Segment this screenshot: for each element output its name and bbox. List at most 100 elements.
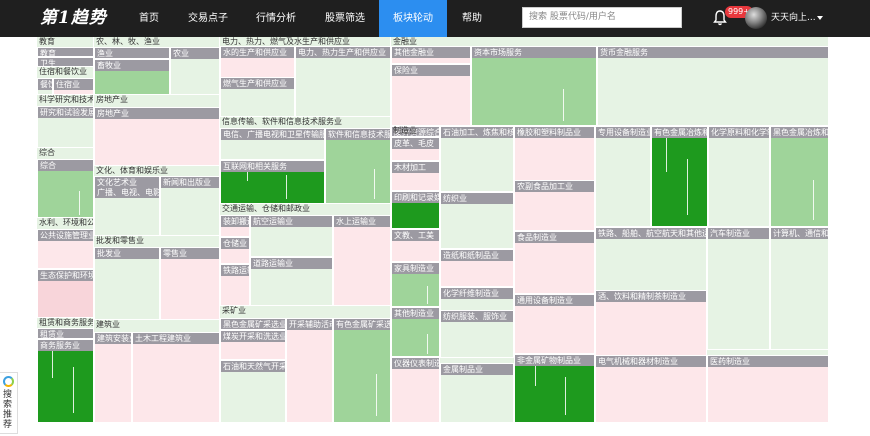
nav-stock-screener[interactable]: 股票筛选 <box>314 0 376 37</box>
industry-label: 餐饮业 <box>38 79 52 90</box>
industry-cell[interactable]: 餐饮业 <box>37 78 53 94</box>
industry-cell[interactable]: 纺织业 <box>440 192 514 249</box>
industry-cell[interactable]: 石油和天然气开采业 <box>220 360 286 422</box>
avatar[interactable] <box>745 7 767 29</box>
industry-cell[interactable]: 畜牧业 <box>94 59 170 94</box>
industry-cell[interactable]: 有色金属矿采选业 <box>333 318 390 422</box>
industry-cell[interactable]: 造纸和纸制品业 <box>440 249 514 287</box>
industry-cell[interactable]: 土木工程建筑业 <box>132 332 219 422</box>
industry-cell[interactable]: 燃气生产和供应业 <box>220 77 295 116</box>
industry-cell[interactable]: 计算机、通信和其他电子设备制造业 <box>770 227 828 350</box>
nav-market-analysis[interactable]: 行情分析 <box>245 0 307 37</box>
industry-cell[interactable]: 化学原料和化学制品制造业 <box>708 126 770 227</box>
industry-cell[interactable]: 开采辅助活动 <box>286 318 333 422</box>
industry-cell[interactable]: 批发业 <box>94 247 160 319</box>
industry-cell[interactable]: 货币金融服务 <box>597 46 828 125</box>
industry-cell[interactable]: 石油加工、炼焦和核燃料加工业 <box>440 126 514 192</box>
industry-cell[interactable]: 通用设备制造业 <box>514 294 595 354</box>
industry-cell[interactable]: 保险业 <box>391 64 471 125</box>
industry-label: 建筑安装业 <box>95 333 131 344</box>
industry-cell[interactable]: 软件和信息技术服务业 <box>325 128 390 203</box>
site-logo[interactable]: 第1趋势 <box>40 6 107 30</box>
username[interactable]: 天天向上... <box>771 0 816 37</box>
industry-cell[interactable]: 互联网和相关服务 <box>220 160 325 203</box>
industry-cell[interactable]: 新闻和出版业 <box>160 176 219 235</box>
sector-group-label: 交通运输、仓储和邮政业 <box>222 204 310 213</box>
industry-cell[interactable]: 黑色金属矿采选业 <box>220 318 286 330</box>
industry-label: 纺织业 <box>441 193 513 204</box>
industry-cell[interactable]: 其他制造业 <box>391 307 440 357</box>
sector-group: 科学研究和技术服务业研究和试验发展 <box>37 95 94 148</box>
industry-cell[interactable]: 公共设施管理业 <box>37 229 93 269</box>
industry-cell[interactable]: 道路运输业 <box>250 257 333 305</box>
industry-cell[interactable]: 非金属矿物制品业 <box>514 354 595 422</box>
industry-cell[interactable]: 仓储业 <box>220 237 250 264</box>
industry-cell[interactable]: 电信、广播电视和卫星传输服务 <box>220 128 325 160</box>
industry-cell[interactable]: 租赁业 <box>37 328 93 339</box>
industry-cell[interactable]: 金属制品业 <box>440 363 514 422</box>
industry-label: 资本市场服务 <box>472 47 596 58</box>
industry-cell[interactable]: 电气机械和器材制造业 <box>595 355 707 422</box>
industry-cell[interactable]: 研究和试验发展 <box>37 106 93 147</box>
industry-cell[interactable]: 木材加工 <box>391 161 440 191</box>
industry-cell[interactable]: 煤炭开采和洗选业 <box>220 330 286 360</box>
industry-cell[interactable]: 专用设备制造业 <box>595 126 651 227</box>
industry-cell[interactable]: 医药制造业 <box>707 355 828 422</box>
industry-cell[interactable]: 卫生 <box>37 57 93 66</box>
industry-cell[interactable]: 家具制造业 <box>391 262 440 307</box>
industry-cell[interactable]: 房地产业 <box>94 107 219 165</box>
industry-label: 批发业 <box>95 248 159 259</box>
industry-label: 木材加工 <box>392 162 439 173</box>
industry-cell[interactable]: 生态保护和环境治理业 <box>37 269 93 317</box>
industry-label: 租赁业 <box>38 329 93 338</box>
industry-label: 酒、饮料和精制茶制造业 <box>596 291 706 302</box>
industry-cell[interactable]: 广播、电视、电影 <box>94 186 160 235</box>
industry-cell[interactable]: 建筑安装业 <box>94 332 132 422</box>
industry-cell[interactable]: 农业 <box>170 47 219 94</box>
industry-cell[interactable]: 住宿业 <box>53 78 93 94</box>
industry-cell[interactable]: 航空运输业 <box>250 215 333 257</box>
sector-group: 租赁和商务服务业租赁业商务服务业 <box>37 318 94 423</box>
industry-cell[interactable]: 皮革、毛皮 <box>391 137 440 161</box>
industry-cell[interactable]: 仪器仪表制造业 <box>391 357 440 422</box>
industry-cell[interactable]: 电力、热力生产和供应业 <box>295 46 390 116</box>
industry-label: 计算机、通信和其他电子设备制造业 <box>771 228 828 239</box>
industry-cell[interactable]: 酒、饮料和精制茶制造业 <box>595 290 707 360</box>
industry-label: 航空运输业 <box>251 216 332 227</box>
industry-cell[interactable]: 渔业 <box>94 47 170 59</box>
cell-divider <box>374 169 375 199</box>
industry-cell[interactable]: 铁路运输业 <box>220 264 250 305</box>
industry-cell[interactable]: 汽车制造业 <box>707 227 770 350</box>
industry-cell[interactable]: 零售业 <box>160 247 219 319</box>
industry-label: 畜牧业 <box>95 60 169 71</box>
industry-label: 铁路运输业 <box>221 265 249 276</box>
industry-cell[interactable]: 有色金属冶炼和压延加工业 <box>651 126 708 227</box>
nav-home[interactable]: 首页 <box>122 0 176 37</box>
industry-cell[interactable]: 教育 <box>37 47 93 57</box>
sector-group-label: 综合 <box>39 148 55 157</box>
industry-cell[interactable]: 水上运输业 <box>333 215 390 305</box>
industry-cell[interactable]: 食品制造业 <box>514 231 595 294</box>
industry-cell[interactable]: 文教、工美 <box>391 229 440 262</box>
industry-cell[interactable]: 综合 <box>37 159 93 217</box>
industry-cell[interactable]: 其他金融业 <box>391 46 471 64</box>
industry-cell[interactable]: 纺织服装、服饰业 <box>440 310 514 358</box>
nav-sector-rotation[interactable]: 板块轮动 <box>379 0 447 37</box>
nav-trade-ideas[interactable]: 交易点子 <box>180 0 236 37</box>
industry-cell[interactable]: 农副食品加工业 <box>514 180 595 231</box>
sector-group: 采矿业黑色金属矿采选业开采辅助活动有色金属矿采选业煤炭开采和洗选业石油和天然气开… <box>220 306 391 423</box>
industry-label: 仓储业 <box>221 238 249 249</box>
nav-help[interactable]: 帮助 <box>448 0 496 37</box>
industry-cell[interactable]: 资本市场服务 <box>471 46 597 125</box>
search-recommend-panel[interactable]: 搜索推荐 <box>0 372 18 434</box>
industry-cell[interactable]: 印刷和记录媒介复制业 <box>391 191 440 229</box>
sector-group-label: 房地产业 <box>96 95 128 104</box>
industry-label: 文教、工美 <box>392 230 439 241</box>
search-input[interactable]: 搜索 股票代码/用户名 <box>522 7 682 28</box>
industry-cell[interactable]: 装卸搬运 <box>220 215 250 237</box>
chevron-down-icon[interactable] <box>817 16 823 20</box>
industry-label: 电信、广播电视和卫星传输服务 <box>221 129 324 140</box>
cell-divider <box>79 191 80 215</box>
industry-cell[interactable]: 黑色金属冶炼和压延加工业 <box>770 126 828 227</box>
industry-cell[interactable]: 商务服务业 <box>37 339 93 422</box>
